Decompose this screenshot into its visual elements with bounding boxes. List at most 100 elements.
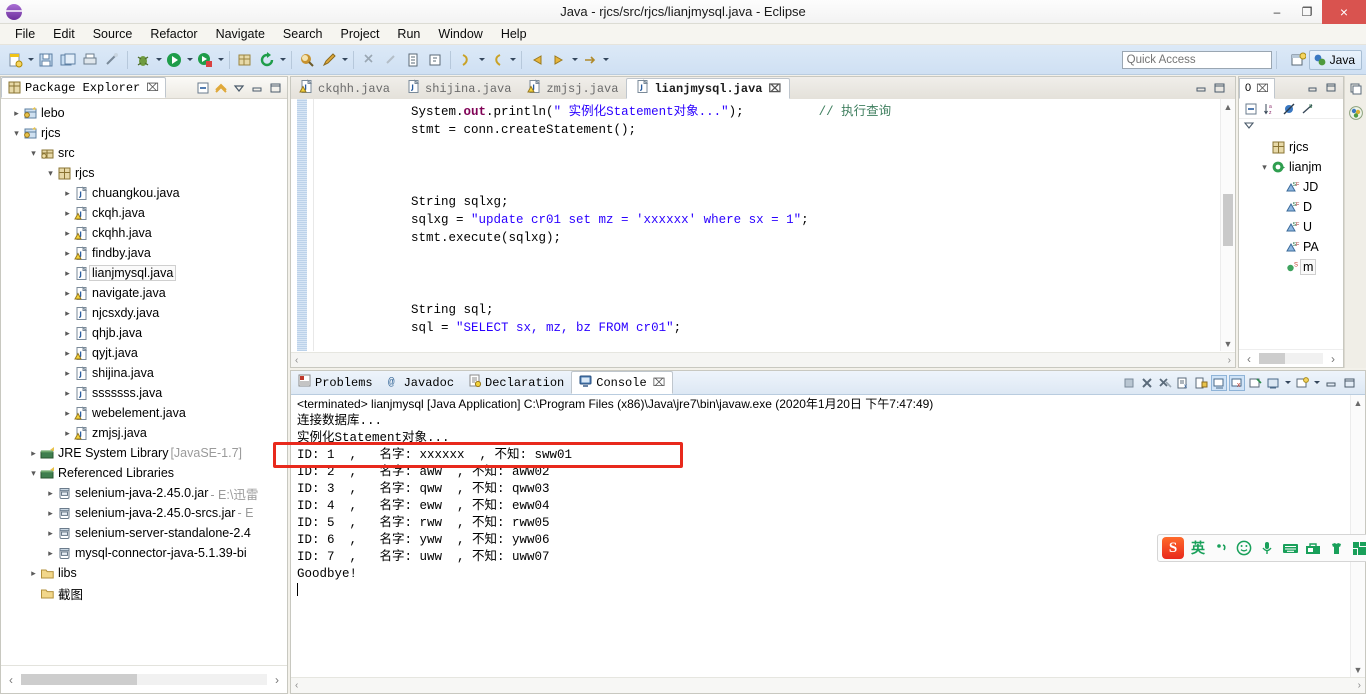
keyboard-icon[interactable] bbox=[1281, 539, 1299, 557]
editor-gutter[interactable] bbox=[291, 99, 313, 351]
chevron-down-icon[interactable] bbox=[28, 148, 39, 159]
print-icon[interactable] bbox=[80, 50, 100, 70]
minimize-view-icon[interactable] bbox=[1305, 80, 1321, 96]
tree-item-referenced-libraries[interactable]: Referenced Libraries bbox=[1, 463, 287, 483]
tree-item-jre-system-library[interactable]: JRE System Library [JavaSE-1.7] bbox=[1, 443, 287, 463]
chevron-right-icon[interactable] bbox=[11, 108, 22, 119]
package-explorer-hscrollbar[interactable]: ‹ › bbox=[1, 665, 287, 693]
scroll-up-icon[interactable]: ▲ bbox=[1221, 99, 1235, 114]
show-console-on-output-icon[interactable] bbox=[1211, 374, 1227, 391]
scroll-lock-icon[interactable] bbox=[1193, 375, 1209, 391]
sogou-logo-icon[interactable]: S bbox=[1162, 537, 1184, 559]
remove-launch-icon[interactable] bbox=[1139, 375, 1155, 391]
editor-vscrollbar[interactable]: ▲ ▼ bbox=[1220, 99, 1235, 351]
tree-item--[interactable]: 截图 bbox=[1, 583, 287, 603]
run-dropdown-icon[interactable] bbox=[185, 50, 194, 70]
package-explorer-tree[interactable]: leborjcssrcrjcschuangkou.javackqh.javack… bbox=[1, 99, 287, 664]
new-wizard-dropdown-icon[interactable] bbox=[26, 50, 35, 70]
source-code[interactable]: System.out.println(" 实例化Statement对象...")… bbox=[321, 103, 1211, 337]
menu-window[interactable]: Window bbox=[429, 25, 491, 43]
tree-item-findby-java[interactable]: findby.java bbox=[1, 243, 287, 263]
scroll-left-icon[interactable]: ‹ bbox=[1, 673, 21, 687]
tree-item-qhjb-java[interactable]: qhjb.java bbox=[1, 323, 287, 343]
save-all-icon[interactable] bbox=[58, 50, 78, 70]
outline-hscroll-track[interactable] bbox=[1259, 353, 1323, 364]
chevron-right-icon[interactable] bbox=[62, 268, 73, 279]
outline-item-pa[interactable]: S F PA bbox=[1239, 237, 1343, 257]
tree-item-libs[interactable]: libs bbox=[1, 563, 287, 583]
apps-icon[interactable] bbox=[1350, 539, 1366, 557]
display-selected-console-icon[interactable] bbox=[1265, 375, 1281, 391]
scroll-left-icon[interactable]: ‹ bbox=[1239, 352, 1259, 366]
voice-icon[interactable] bbox=[1258, 539, 1276, 557]
tree-item-ckqh-java[interactable]: ckqh.java bbox=[1, 203, 287, 223]
chevron-down-icon[interactable] bbox=[45, 168, 56, 179]
java-browsing-icon[interactable] bbox=[1348, 105, 1364, 124]
chevron-right-icon[interactable] bbox=[62, 188, 73, 199]
toggle-block-selection-icon[interactable] bbox=[403, 50, 423, 70]
close-icon[interactable]: ⌧ bbox=[146, 81, 159, 95]
chevron-right-icon[interactable] bbox=[62, 308, 73, 319]
chevron-down-icon[interactable] bbox=[11, 128, 22, 139]
terminate-all-icon[interactable] bbox=[1121, 375, 1137, 391]
minimize-view-icon[interactable] bbox=[1323, 375, 1339, 391]
collapse-all-icon[interactable] bbox=[1243, 101, 1259, 117]
console-tab-problems[interactable]: Problems bbox=[291, 371, 380, 394]
console-scroll-left-icon[interactable]: ‹ bbox=[295, 680, 298, 691]
chevron-right-icon[interactable] bbox=[62, 408, 73, 419]
editor-hscrollbar[interactable]: ‹ › bbox=[291, 352, 1235, 367]
tree-item-lebo[interactable]: lebo bbox=[1, 103, 287, 123]
tree-item-src[interactable]: src bbox=[1, 143, 287, 163]
menu-project[interactable]: Project bbox=[332, 25, 389, 43]
package-explorer-tab[interactable]: Package Explorer ⌧ bbox=[1, 77, 166, 98]
menu-refactor[interactable]: Refactor bbox=[141, 25, 206, 43]
display-console-dropdown-icon[interactable] bbox=[1283, 373, 1292, 393]
outline-item-rjcs[interactable]: rjcs bbox=[1239, 137, 1343, 157]
view-menu-icon[interactable] bbox=[231, 80, 247, 96]
maximize-view-icon[interactable] bbox=[1341, 375, 1357, 391]
remove-all-terminated-icon[interactable] bbox=[1157, 375, 1173, 391]
open-perspective-icon[interactable] bbox=[1288, 50, 1308, 70]
chevron-right-icon[interactable] bbox=[62, 348, 73, 359]
scroll-down-icon[interactable]: ▼ bbox=[1351, 662, 1365, 677]
console-tab-javadoc[interactable]: @ Javadoc bbox=[380, 371, 461, 394]
back-icon[interactable] bbox=[527, 50, 547, 70]
outline-hscroll-thumb[interactable] bbox=[1259, 353, 1285, 364]
forward-dropdown-icon[interactable] bbox=[570, 50, 579, 70]
link-icon[interactable] bbox=[381, 50, 401, 70]
tree-item-selenium-server-standalone-2-4[interactable]: selenium-server-standalone-2.4 bbox=[1, 523, 287, 543]
scroll-down-icon[interactable]: ▼ bbox=[1221, 336, 1235, 351]
tree-item-webelement-java[interactable]: webelement.java bbox=[1, 403, 287, 423]
console-tab-declaration[interactable]: Declaration bbox=[461, 371, 571, 394]
last-edit-location-icon[interactable] bbox=[580, 50, 600, 70]
new-wizard-icon[interactable] bbox=[5, 50, 25, 70]
menu-source[interactable]: Source bbox=[84, 25, 142, 43]
hide-static-icon[interactable]: S bbox=[1300, 101, 1316, 117]
open-console-icon[interactable] bbox=[1294, 375, 1310, 391]
tree-item-qyjt-java[interactable]: qyjt.java bbox=[1, 343, 287, 363]
punctuation-icon[interactable] bbox=[1212, 539, 1230, 557]
forward-icon[interactable] bbox=[549, 50, 569, 70]
outline-item-jd[interactable]: S F JD bbox=[1239, 177, 1343, 197]
maximize-view-icon[interactable] bbox=[267, 80, 283, 96]
open-console-dropdown-icon[interactable] bbox=[1312, 373, 1321, 393]
chevron-right-icon[interactable] bbox=[62, 428, 73, 439]
chevron-down-icon[interactable] bbox=[1259, 162, 1270, 173]
new-annotation-dropdown-icon[interactable] bbox=[340, 50, 349, 70]
maximize-editor-icon[interactable] bbox=[1211, 80, 1227, 96]
clear-console-icon[interactable]: x bbox=[1175, 375, 1191, 391]
scroll-up-icon[interactable]: ▲ bbox=[1351, 395, 1365, 410]
editor-tab-ckqhh-java[interactable]: ckqhh.java bbox=[291, 78, 398, 99]
menu-file[interactable]: File bbox=[6, 25, 44, 43]
chevron-right-icon[interactable] bbox=[45, 528, 56, 539]
collapse-all-icon[interactable] bbox=[195, 80, 211, 96]
chevron-right-icon[interactable] bbox=[62, 388, 73, 399]
search-icon[interactable] bbox=[359, 50, 379, 70]
run-external-dropdown-icon[interactable] bbox=[216, 50, 225, 70]
chevron-right-icon[interactable] bbox=[62, 208, 73, 219]
new-java-package-icon[interactable] bbox=[235, 50, 255, 70]
pin-console-icon[interactable] bbox=[1247, 375, 1263, 391]
outline-hscrollbar[interactable]: ‹ › bbox=[1239, 349, 1343, 367]
outline-item-u[interactable]: SFU bbox=[1239, 217, 1343, 237]
tree-item-selenium-java-2-45-0-srcs-jar[interactable]: selenium-java-2.45.0-srcs.jar - E bbox=[1, 503, 287, 523]
